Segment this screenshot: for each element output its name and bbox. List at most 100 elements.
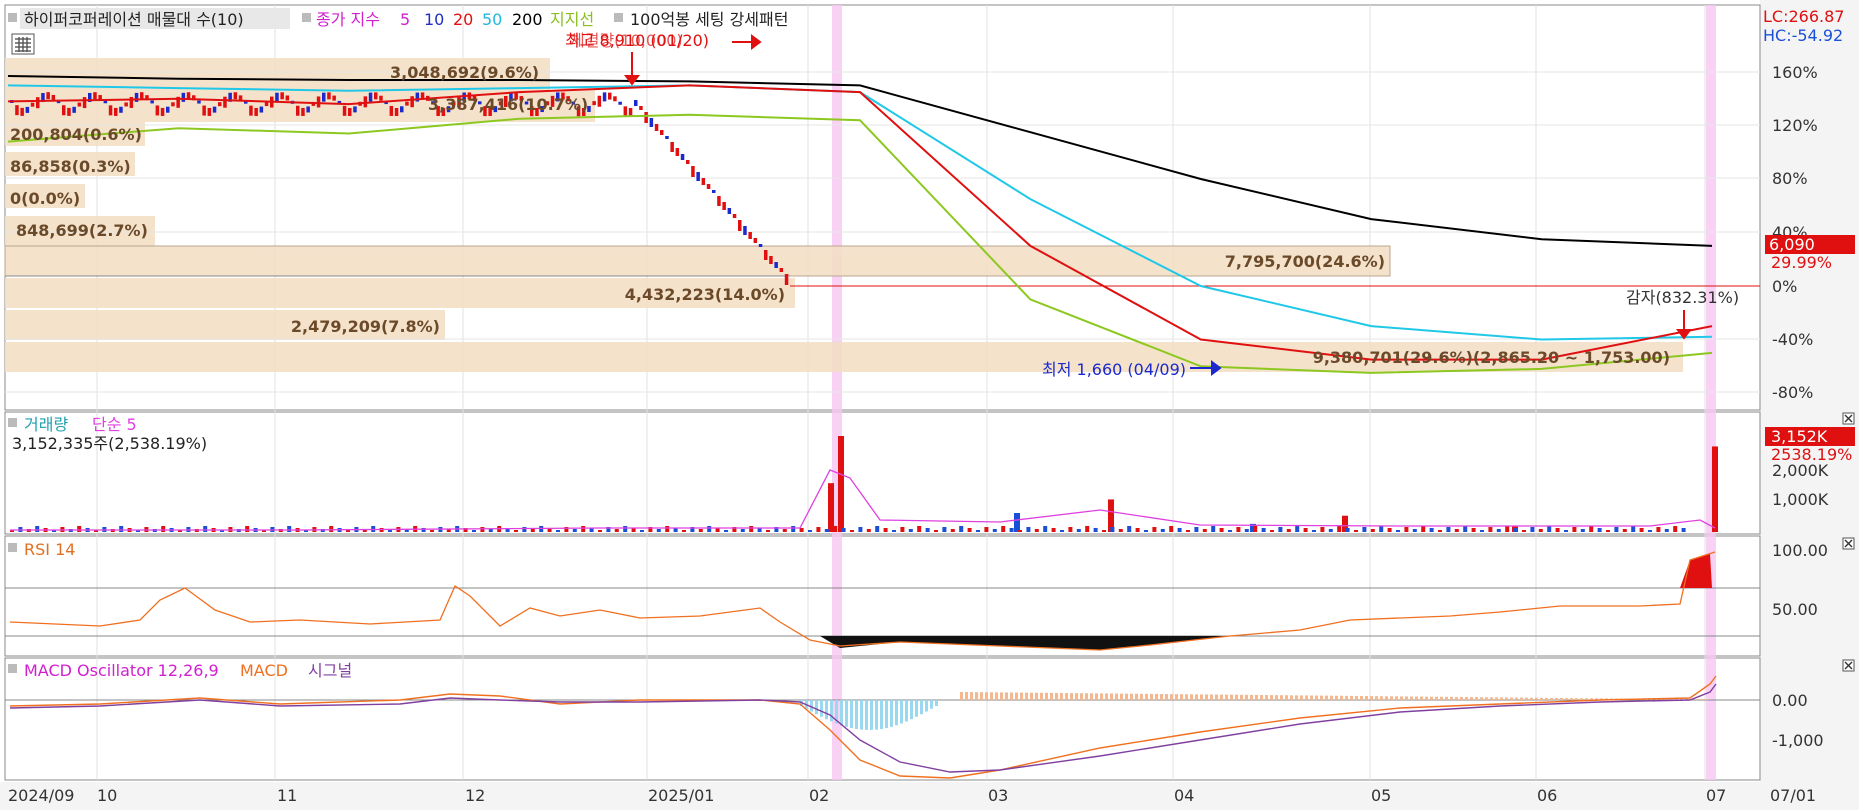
legend-support[interactable]: 지지선 — [550, 10, 594, 29]
volume-bar — [556, 530, 560, 532]
macd-legend-macd[interactable]: MACD — [240, 661, 288, 680]
macd-axis-0: 0.00 — [1772, 691, 1808, 710]
candle — [348, 107, 352, 116]
volume-bar — [1244, 529, 1249, 532]
macd-legend-signal[interactable]: 시그널 — [308, 661, 352, 680]
volume-bar — [1396, 530, 1400, 532]
candle — [654, 124, 659, 131]
macd-hist-bar — [1020, 692, 1023, 700]
legend-ma-20[interactable]: 20 — [453, 10, 473, 29]
hc-value: HC:-54.92 — [1763, 26, 1843, 45]
macd-hist-bar — [1705, 699, 1708, 700]
legend-ma-5[interactable]: 5 — [400, 10, 410, 29]
legend-square-icon — [8, 418, 17, 427]
close-icon[interactable] — [1842, 412, 1855, 425]
candle — [675, 148, 680, 156]
candle — [72, 106, 76, 113]
volume-bar — [1564, 530, 1568, 532]
volume-bar — [245, 526, 250, 532]
volume-bar — [1076, 529, 1081, 532]
rsi-legend-label[interactable]: RSI 14 — [24, 540, 75, 559]
volume-bar — [1051, 528, 1056, 532]
volume-bar — [908, 529, 913, 532]
macd-hist-bar — [1360, 696, 1363, 700]
volume-bar — [1345, 528, 1350, 532]
volume-bar — [1337, 526, 1342, 532]
volume-bar — [1639, 528, 1644, 532]
legend-indicator[interactable]: 하이퍼코퍼레이션 매물대 수(10) — [24, 10, 244, 29]
volume-bar — [1606, 530, 1610, 532]
volume-bar — [875, 526, 880, 532]
macd-hist-bar — [1005, 692, 1008, 700]
close-icon[interactable] — [1842, 537, 1855, 550]
macd-hist-bar — [1055, 692, 1058, 700]
volume-bar — [1681, 528, 1686, 532]
close-icon[interactable] — [1842, 659, 1855, 672]
macd-hist-bar — [935, 700, 938, 706]
macd-hist-bar — [1450, 696, 1453, 700]
legend-setting[interactable]: 100억봉 세팅 강세패턴 — [630, 10, 788, 29]
annotation-lowest: 최저 1,660 (04/09) — [1042, 360, 1186, 379]
volume-bar — [1127, 526, 1132, 532]
macd-hist-bar — [1060, 693, 1063, 700]
volume-bar — [1219, 528, 1224, 532]
legend-ma-50[interactable]: 50 — [482, 10, 502, 29]
volume-bar — [1580, 529, 1585, 532]
annotation-overlap: 체결량(10,000) — [570, 31, 683, 50]
candle — [238, 95, 243, 101]
vp-label-0: 3,048,692(9.6%) — [390, 63, 539, 82]
candle — [301, 107, 305, 116]
volume-bar — [841, 528, 846, 532]
legend-ma-200[interactable]: 200 — [512, 10, 543, 29]
legend-ma-10[interactable]: 10 — [424, 10, 444, 29]
axis-label-80: 80% — [1772, 169, 1808, 188]
volume-legend-label[interactable]: 거래량 — [24, 415, 68, 434]
macd-hist-bar — [1425, 696, 1428, 700]
volume-bar — [665, 526, 670, 532]
macd-hist-bar — [1405, 696, 1408, 700]
volume-ma-legend[interactable]: 단순 5 — [92, 415, 137, 434]
macd-hist-bar — [1085, 693, 1088, 700]
volume-bar — [1496, 529, 1501, 532]
volume-bar — [740, 529, 745, 532]
macd-hist-bar — [1165, 694, 1168, 700]
candle — [779, 268, 784, 272]
candle — [322, 92, 326, 102]
candle — [249, 105, 253, 116]
macd-hist-bar — [1400, 696, 1403, 700]
volume-bar — [1202, 529, 1207, 532]
macd-hist-bar — [1035, 692, 1038, 700]
macd-hist-bar — [1000, 692, 1003, 700]
macd-hist-bar — [1025, 692, 1028, 700]
volume-bar — [892, 530, 896, 532]
macd-hist-bar — [970, 692, 973, 700]
macd-hist-bar — [1250, 694, 1253, 700]
macd-hist-bar — [1130, 693, 1133, 700]
macd-hist-bar — [890, 700, 893, 727]
rsi-axis-100: 100.00 — [1772, 541, 1828, 560]
volume-bar — [1211, 526, 1216, 532]
volume-bar — [850, 530, 854, 532]
macd-hist-bar — [1220, 694, 1223, 700]
volume-bar — [766, 530, 770, 532]
vp-label-4: 0(0.0%) — [10, 189, 80, 208]
calculator-icon[interactable] — [11, 33, 35, 55]
candle — [717, 196, 721, 206]
legend-square-icon — [8, 664, 17, 673]
macd-hist-bar — [1320, 695, 1323, 700]
candle — [374, 92, 378, 100]
volume-bar — [522, 527, 527, 532]
volume-bar — [1631, 526, 1636, 532]
candle — [670, 142, 674, 152]
candle — [353, 106, 357, 113]
macd-hist-bar — [1500, 697, 1503, 700]
stock-chart: 3,048,692(9.6%) 3,387,416(10.7%) 200,804… — [0, 0, 1859, 810]
macd-hist-bar — [1215, 694, 1218, 700]
candle — [327, 92, 331, 100]
volume-bar — [1152, 527, 1157, 532]
candle — [25, 106, 30, 113]
macd-hist-bar — [1290, 695, 1293, 700]
legend-ma-label[interactable]: 종가 지수 — [316, 10, 380, 29]
macd-legend-label[interactable]: MACD Oscillator 12,26,9 — [24, 661, 219, 680]
lc-value: LC:266.87 — [1763, 7, 1844, 26]
